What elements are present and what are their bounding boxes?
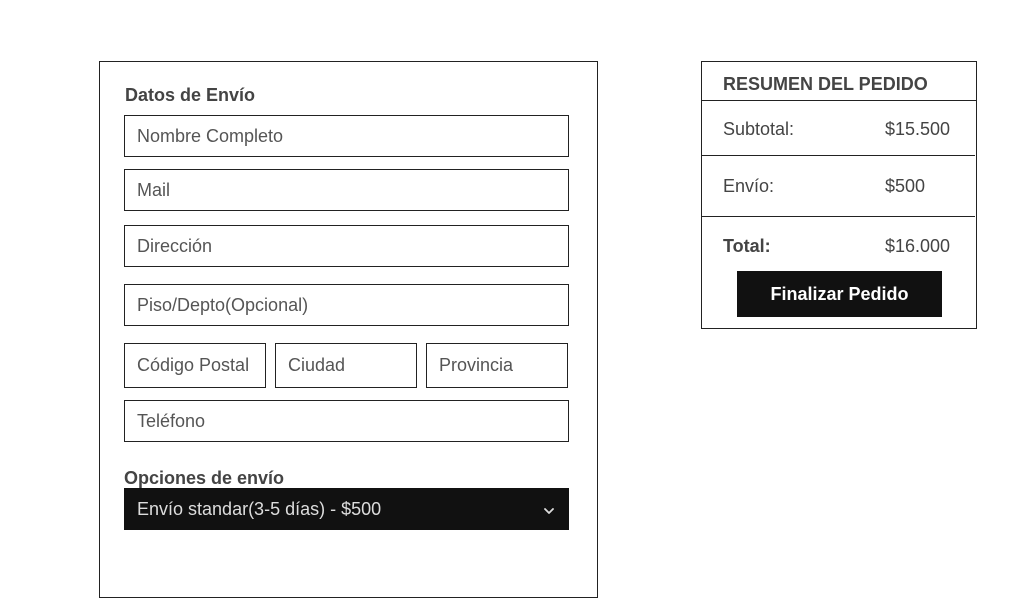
shipping-options-selected: Envío standar(3-5 días) - $500 xyxy=(137,498,382,519)
total-label: Total: xyxy=(723,236,771,256)
province-input[interactable] xyxy=(426,343,568,388)
shipping-options-label: Opciones de envío xyxy=(124,468,285,488)
mail-input[interactable] xyxy=(124,169,569,211)
postal-code-input[interactable] xyxy=(124,343,266,388)
subtotal-value: $15.500 xyxy=(885,119,951,139)
shipping-form-title: Datos de Envío xyxy=(125,85,256,105)
summary-divider xyxy=(701,216,975,217)
checkout-page: Datos de Envío Opciones de envío Envío s… xyxy=(0,0,1024,600)
subtotal-label: Subtotal: xyxy=(723,119,795,139)
finish-order-button[interactable]: Finalizar Pedido xyxy=(737,271,942,317)
address-input[interactable] xyxy=(124,225,569,267)
summary-divider xyxy=(701,155,975,156)
full-name-input[interactable] xyxy=(124,115,569,157)
total-value: $16.000 xyxy=(885,236,951,256)
shipping-cost-label: Envío: xyxy=(723,176,775,196)
chevron-down-icon xyxy=(542,502,556,516)
floor-apartment-input[interactable] xyxy=(124,284,569,326)
phone-input[interactable] xyxy=(124,400,569,442)
order-summary-title: RESUMEN DEL PEDIDO xyxy=(723,74,928,94)
summary-divider xyxy=(701,100,976,101)
shipping-cost-value: $500 xyxy=(885,176,926,196)
city-input[interactable] xyxy=(275,343,417,388)
shipping-options-select[interactable]: Envío standar(3-5 días) - $500 xyxy=(124,488,569,530)
